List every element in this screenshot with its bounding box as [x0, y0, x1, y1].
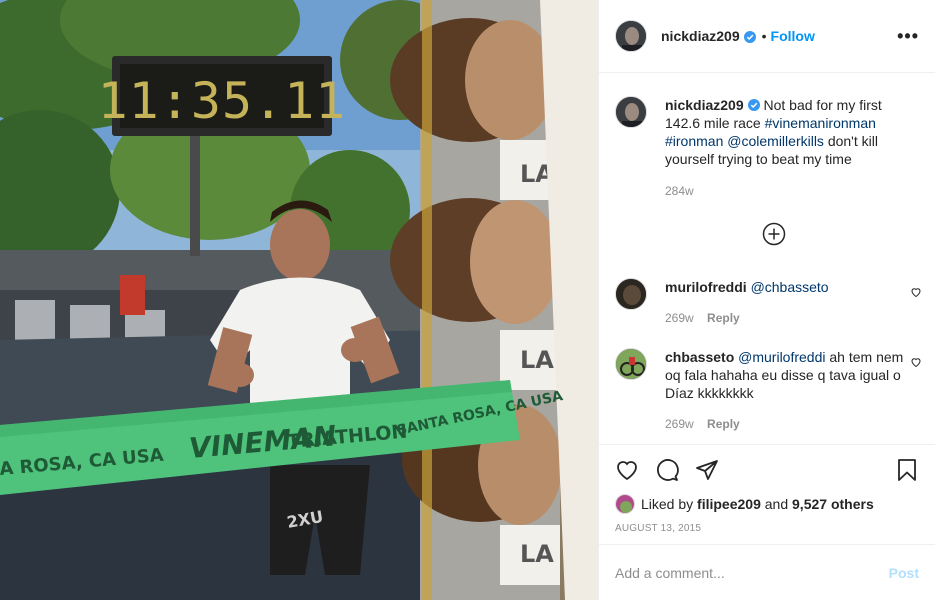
post-header: nickdiaz209 • Follow •••: [599, 0, 935, 73]
liker-username[interactable]: filipee209: [697, 496, 761, 512]
caption-avatar[interactable]: [615, 96, 647, 128]
share-icon[interactable]: [695, 458, 719, 482]
hashtag-link[interactable]: #vinemanironman: [765, 115, 876, 131]
add-comment-bar: Post: [599, 544, 935, 600]
caption-age[interactable]: 284w: [665, 184, 694, 198]
comment-input[interactable]: [615, 564, 889, 581]
svg-text:LA: LA: [520, 540, 554, 568]
likes-summary: Liked by filipee209 and 9,527 others: [599, 494, 935, 514]
author-username[interactable]: nickdiaz209: [661, 28, 740, 44]
post-comment-button[interactable]: Post: [889, 565, 919, 581]
verified-icon: [747, 97, 760, 111]
heart-icon[interactable]: [615, 458, 639, 482]
comment-like-icon[interactable]: [910, 356, 922, 368]
post-actions: Liked by filipee209 and 9,527 others AUG…: [599, 444, 935, 534]
comment-age[interactable]: 269w: [665, 311, 694, 325]
post-date[interactable]: AUGUST 13, 2015: [599, 523, 935, 534]
mention-link[interactable]: @colemillerkills: [727, 133, 824, 149]
comment-like-icon[interactable]: [910, 286, 922, 298]
mention-link[interactable]: @murilofreddi: [738, 349, 825, 365]
photo-scene: 11:35.11 LA LA LA 2XU A ROSA, CA USA VIN…: [0, 0, 598, 600]
caption-username[interactable]: nickdiaz209: [665, 97, 744, 113]
post-photo[interactable]: 11:35.11 LA LA LA 2XU A ROSA, CA USA VIN…: [0, 0, 598, 600]
comment-item: chbasseto @murilofreddi ah tem nem oq fa…: [615, 348, 905, 433]
reply-button[interactable]: Reply: [707, 417, 740, 431]
caption: nickdiaz209 Not bad for my first 142.6 m…: [615, 96, 919, 200]
bookmark-icon[interactable]: [895, 458, 919, 482]
race-clock: 11:35.11: [98, 72, 347, 130]
comment-icon[interactable]: [655, 458, 679, 482]
comment-item: murilofreddi @chbasseto 269w Reply: [615, 278, 905, 327]
liker-avatar[interactable]: [615, 494, 635, 514]
hashtag-link[interactable]: #ironman: [665, 133, 723, 149]
follow-button[interactable]: Follow: [771, 28, 815, 44]
separator-dot: •: [761, 28, 767, 44]
add-circle-icon[interactable]: [762, 222, 786, 246]
comment-username[interactable]: chbasseto: [665, 349, 734, 365]
more-icon[interactable]: •••: [897, 27, 919, 45]
commenter-avatar[interactable]: [615, 348, 647, 380]
reply-button[interactable]: Reply: [707, 311, 740, 325]
likes-count[interactable]: 9,527 others: [792, 496, 874, 512]
likes-prefix: Liked by: [641, 496, 694, 512]
comment-age[interactable]: 269w: [665, 417, 694, 431]
likes-and: and: [764, 496, 789, 512]
post-side-panel: nickdiaz209 • Follow ••• nickdiaz209 Not…: [598, 0, 935, 600]
mention-link[interactable]: @chbasseto: [751, 279, 829, 295]
comments-area[interactable]: nickdiaz209 Not bad for my first 142.6 m…: [599, 74, 935, 444]
commenter-avatar[interactable]: [615, 278, 647, 310]
author-avatar[interactable]: [615, 20, 647, 52]
comment-username[interactable]: murilofreddi: [665, 279, 747, 295]
verified-icon: [743, 30, 756, 43]
svg-text:LA: LA: [520, 346, 554, 374]
